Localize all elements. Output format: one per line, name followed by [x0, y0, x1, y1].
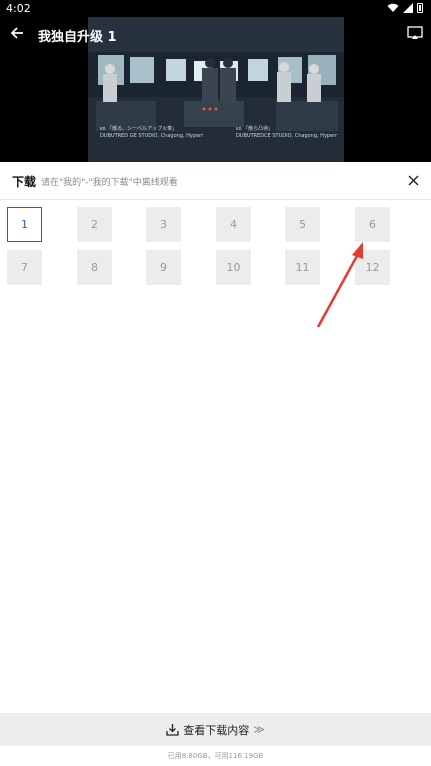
download-hint: 请在"我的"-"我的下载"中离线观看 [41, 178, 178, 188]
episode-button-3[interactable]: 3 [146, 207, 181, 242]
video-frame: ᴇᴅ 「散る、シーベルアップ火車」 DUBUTRED GE STUDIO, Ch… [88, 17, 344, 162]
download-icon [166, 724, 179, 736]
download-panel-header: 下载 请在"我的"-"我的下载"中离线观看 [0, 162, 431, 200]
video-scene-image [88, 17, 344, 162]
credits-left: ᴇᴅ 「散る、シーベルアップ火車」 DUBUTRED GE STUDIO, Ch… [100, 126, 203, 140]
episode-button-1[interactable]: 1 [7, 207, 42, 242]
view-downloads-content: 查看下载内容 ≫ [166, 722, 265, 738]
episode-button-11[interactable]: 11 [285, 250, 320, 285]
signal-icon [403, 3, 413, 13]
battery-icon [417, 3, 423, 13]
episode-button-8[interactable]: 8 [77, 250, 112, 285]
episode-button-9[interactable]: 9 [146, 250, 181, 285]
close-icon[interactable] [408, 175, 419, 186]
credits-right: ᴇᴅ 「散ら凸待」 DUBUTREDCE STUDIO, Chagong, Hy… [236, 126, 337, 140]
status-bar: 4:02 [0, 0, 431, 17]
download-title: 下载 [12, 175, 37, 189]
view-downloads-label: 查看下载内容 [183, 723, 250, 737]
video-title: 我独自升级 1 [38, 30, 117, 45]
episode-button-5[interactable]: 5 [285, 207, 320, 242]
app-screen: 4:02 ᴇᴅ 「散る、シーベルアップ火車」 DUBUTRED GE STUDI… [0, 0, 431, 766]
view-downloads-button[interactable]: 查看下载内容 ≫ [0, 713, 431, 746]
credits-right-line2: DUBUTREDCE STUDIO, Chagong, Hyperr [236, 133, 338, 139]
status-time: 4:02 [6, 2, 31, 15]
storage-info: 已用8.80GB，可用116.19GB [167, 752, 264, 760]
credits-left-line1: ᴇᴅ 「散る、シーベルアップ火車」 [100, 126, 178, 132]
credits-left-line2: DUBUTRED GE STUDIO, Chagong, Hyperr [100, 133, 204, 139]
back-arrow-icon[interactable] [10, 26, 24, 40]
wifi-icon [387, 3, 399, 12]
video-player[interactable]: ᴇᴅ 「散る、シーベルアップ火車」 DUBUTRED GE STUDIO, Ch… [0, 17, 431, 162]
credits-right-line1: ᴇᴅ 「散ら凸待」 [236, 126, 274, 132]
cast-icon[interactable] [407, 26, 423, 40]
status-icons [387, 3, 423, 13]
episode-button-10[interactable]: 10 [216, 250, 251, 285]
episode-button-6[interactable]: 6 [355, 207, 390, 242]
episode-button-4[interactable]: 4 [216, 207, 251, 242]
episode-button-2[interactable]: 2 [77, 207, 112, 242]
episode-button-7[interactable]: 7 [7, 250, 42, 285]
episode-button-12[interactable]: 12 [355, 250, 390, 285]
chevron-right-double-icon: ≫ [253, 723, 265, 736]
